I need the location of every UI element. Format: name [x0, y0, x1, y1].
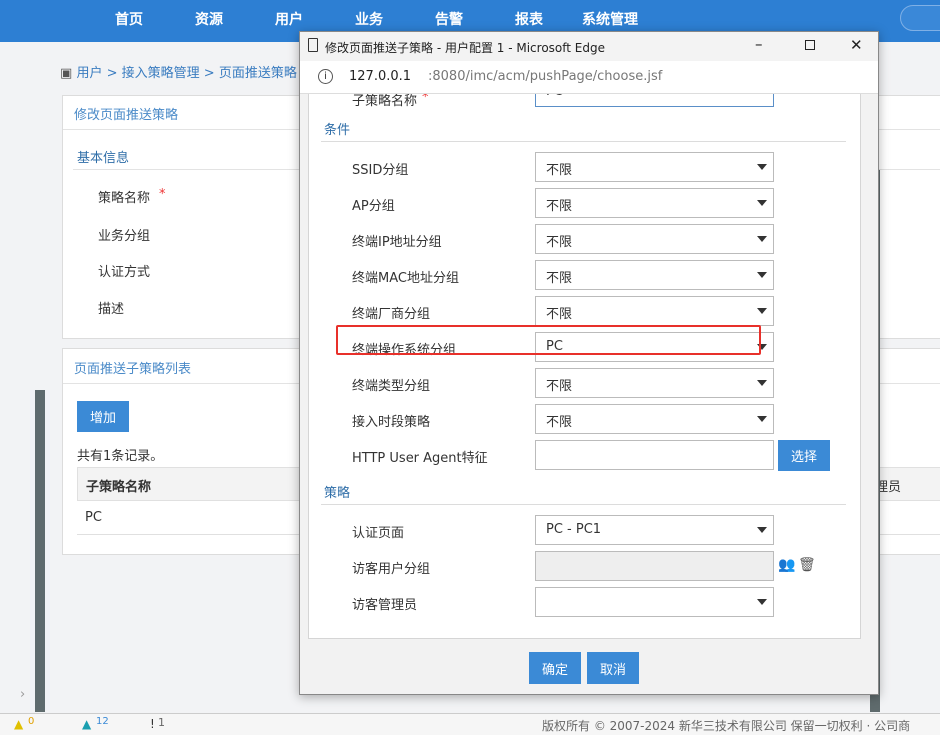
vendor-group-label: 终端厂商分组 — [352, 307, 431, 322]
list-title: 页面推送子策略列表 — [74, 362, 192, 377]
guest-admin-select[interactable] — [535, 587, 774, 617]
chevron-down-icon — [757, 164, 767, 170]
info-icon[interactable]: ! — [150, 717, 155, 731]
popup-window: 修改页面推送子策略 - 用户配置 1 - Microsoft Edge – ✕ … — [299, 31, 879, 695]
url-path: :8080/imc/acm/pushPage/choose.jsf — [428, 69, 663, 84]
chevron-down-icon — [757, 236, 767, 242]
info-icon[interactable]: i — [318, 69, 333, 84]
col-subpolicy-name: 子策略名称 — [86, 480, 152, 495]
trash-icon[interactable]: 🗑 — [798, 557, 816, 573]
choose-button[interactable]: 选择 — [778, 440, 830, 471]
chevron-down-icon — [757, 380, 767, 386]
alarm-count-minor: 12 — [96, 716, 109, 727]
http-ua-input[interactable] — [535, 440, 774, 470]
panel-title: 修改页面推送策略 — [74, 108, 179, 123]
nav-home[interactable]: 首页 — [115, 9, 143, 29]
policy-name-label: 策略名称 — [98, 191, 151, 206]
maximize-icon[interactable] — [805, 40, 815, 50]
nav-user[interactable]: 用户 — [275, 9, 303, 29]
nav-report[interactable]: 报表 — [515, 9, 543, 29]
section-conditions: 条件 — [324, 123, 351, 138]
vendor-group-select[interactable]: 不限 — [535, 296, 774, 326]
breadcrumb: ▣ 用户 > 接入策略管理 > 页面推送策略 — [60, 66, 297, 81]
users-icon[interactable]: 👥 — [778, 557, 795, 573]
ssid-group-label: SSID分组 — [352, 163, 409, 178]
chevron-down-icon — [757, 200, 767, 206]
close-icon[interactable]: ✕ — [850, 36, 863, 54]
breadcrumb-access-policy[interactable]: 接入策略管理 — [122, 66, 200, 81]
alarm-count-info: 1 — [158, 716, 165, 729]
expand-chevron-icon[interactable]: › — [20, 687, 25, 702]
chevron-down-icon — [757, 416, 767, 422]
ip-group-label: 终端IP地址分组 — [352, 235, 442, 250]
minimize-icon[interactable]: – — [755, 35, 763, 53]
copyright: 版权所有 © 2007-2024 新华三技术有限公司 保留一切权利 · 公司商 — [542, 719, 911, 733]
highlight-box — [336, 325, 761, 355]
nav-service[interactable]: 业务 — [355, 9, 383, 29]
type-group-label: 终端类型分组 — [352, 379, 431, 394]
alarm-count-major: 0 — [28, 716, 35, 727]
subpolicy-name-input[interactable]: PC — [535, 94, 774, 107]
left-scroll-shade — [35, 390, 45, 712]
ssid-group-select[interactable]: 不限 — [535, 152, 774, 182]
window-title: 修改页面推送子策略 - 用户配置 1 - Microsoft Edge — [325, 41, 605, 55]
chevron-down-icon — [757, 527, 767, 533]
nav-system[interactable]: 系统管理 — [582, 9, 638, 29]
guest-admin-label: 访客管理员 — [352, 598, 418, 613]
nav-alarm[interactable]: 告警 — [435, 9, 463, 29]
ok-button[interactable]: 确定 — [529, 652, 581, 684]
chevron-down-icon — [757, 599, 767, 605]
form-panel: 子策略名称 * PC 条件 SSID分组 不限 AP分组 不限 终端IP地址分组… — [308, 94, 861, 639]
description-label: 描述 — [98, 302, 125, 317]
guest-group-input — [535, 551, 774, 581]
search-box[interactable] — [900, 5, 940, 31]
auth-page-label: 认证页面 — [352, 526, 405, 541]
popup-content: 子策略名称 * PC 条件 SSID分组 不限 AP分组 不限 终端IP地址分组… — [300, 94, 878, 694]
cell-subpolicy-name: PC — [85, 510, 102, 525]
add-button[interactable]: 增加 — [77, 401, 129, 432]
section-policy: 策略 — [324, 486, 351, 501]
nav-resource[interactable]: 资源 — [195, 9, 223, 29]
subpolicy-name-label: 子策略名称 — [352, 94, 418, 109]
title-bar: 修改页面推送子策略 - 用户配置 1 - Microsoft Edge – ✕ — [300, 32, 878, 61]
time-policy-select[interactable]: 不限 — [535, 404, 774, 434]
type-group-select[interactable]: 不限 — [535, 368, 774, 398]
address-bar[interactable]: i 127.0.0.1 :8080/imc/acm/pushPage/choos… — [300, 61, 878, 94]
ip-group-select[interactable]: 不限 — [535, 224, 774, 254]
breadcrumb-user[interactable]: 用户 — [76, 66, 102, 81]
user-icon: ▣ — [60, 66, 73, 81]
auth-method-label: 认证方式 — [98, 265, 151, 280]
footer: ▲ 0 ▲ 12 ! 1 版权所有 © 2007-2024 新华三技术有限公司 … — [0, 713, 940, 735]
page-icon — [308, 38, 318, 52]
url-host: 127.0.0.1 — [349, 69, 412, 84]
ap-group-label: AP分组 — [352, 199, 395, 214]
time-policy-label: 接入时段策略 — [352, 415, 431, 430]
guest-group-label: 访客用户分组 — [352, 562, 431, 577]
cancel-button[interactable]: 取消 — [587, 652, 639, 684]
warning-icon[interactable]: ▲ — [14, 717, 23, 731]
http-ua-label: HTTP User Agent特征 — [352, 451, 488, 466]
mac-group-select[interactable]: 不限 — [535, 260, 774, 290]
ap-group-select[interactable]: 不限 — [535, 188, 774, 218]
auth-page-select[interactable]: PC - PC1 — [535, 515, 774, 545]
breadcrumb-push-policy[interactable]: 页面推送策略 — [219, 66, 297, 81]
record-count: 共有1条记录。 — [77, 449, 164, 464]
basic-info-title: 基本信息 — [77, 151, 130, 166]
service-group-label: 业务分组 — [98, 229, 151, 244]
required-mark: * — [159, 187, 166, 202]
required-mark: * — [422, 94, 429, 105]
chevron-down-icon — [757, 272, 767, 278]
alert-icon[interactable]: ▲ — [82, 717, 91, 731]
chevron-down-icon — [757, 308, 767, 314]
mac-group-label: 终端MAC地址分组 — [352, 271, 459, 286]
